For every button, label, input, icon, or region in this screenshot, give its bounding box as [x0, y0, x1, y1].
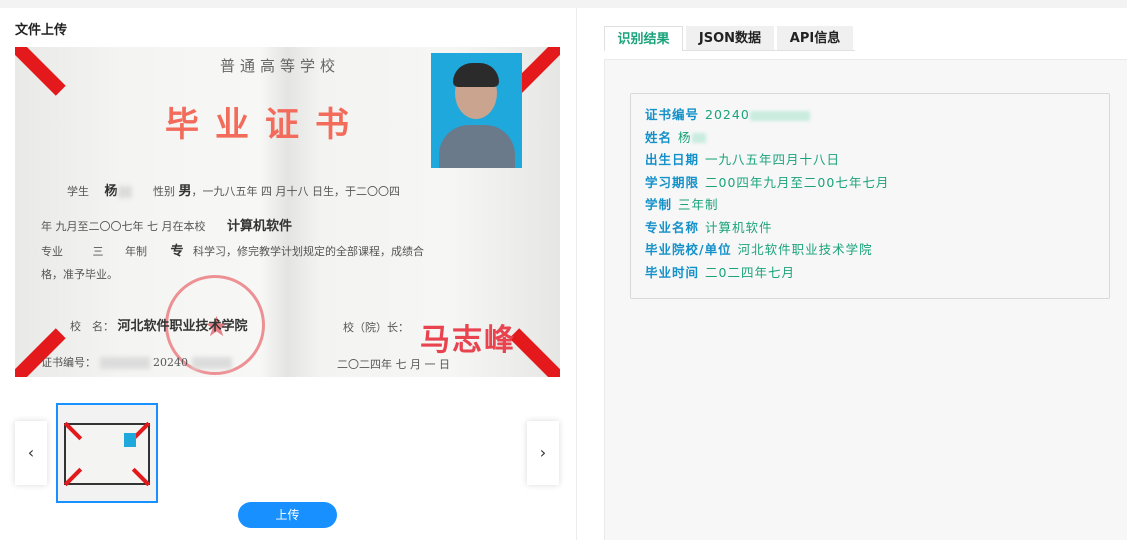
top-bar: [0, 0, 1127, 8]
certificate-line-3: 专业 三 年制 专 科学习，修完教学计划规定的全部课程，成绩合: [41, 244, 425, 259]
result-row: 专业名称 计算机软件: [645, 219, 773, 235]
result-row: 姓名杨: [645, 127, 1095, 150]
principal-signature: 马志峰: [420, 323, 516, 358]
certificate-school-type: 普通高等学校: [220, 57, 341, 75]
student-photo: [431, 53, 522, 168]
certificate-issue-date: 二〇二四年 七 月 一 日: [337, 358, 450, 371]
result-row: 毕业时间 二0二四年七月: [645, 264, 795, 280]
certificate-number-line: 证书编号： 20240: [41, 354, 232, 370]
recognition-result-card: 证书编号 20240 姓名杨 出生日期 一九八五年四月十八日 学习期限 二00四年九月…: [630, 93, 1110, 299]
chevron-left-icon[interactable]: ‹: [15, 421, 47, 485]
upload-panel-title: 文件上传: [15, 23, 68, 38]
result-row: 学习期限 二00四年九月至二00七年七月: [645, 174, 890, 190]
result-row: 学制 三年制: [645, 197, 719, 212]
certificate-line-4: 格，准予毕业。: [41, 268, 118, 281]
certificate-image: 普通高等学校 毕业证书 学生 杨 性别 男，一九八五年 四 月十八 日生，于二〇…: [15, 47, 560, 377]
certificate-school-line: 校 名： 河北软件职业技术学院: [70, 319, 248, 334]
certificate-line-2: 年 九月至二〇〇七年 七 月在本校 计算机软件: [41, 219, 293, 234]
result-row: 证书编号 20240: [645, 104, 1095, 127]
upload-button[interactable]: 上传: [238, 502, 337, 528]
tab-json-data[interactable]: JSON数据: [686, 26, 774, 51]
result-row: 毕业院校/单位 河北软件职业技术学院: [645, 242, 873, 257]
tab-recognition-result[interactable]: 识别结果: [604, 26, 683, 51]
tab-api-info[interactable]: API信息: [777, 26, 853, 51]
certificate-principal-label: 校（院）长：: [343, 321, 409, 334]
certificate-line-1: 学生 杨 性别 男，一九八五年 四 月十八 日生，于二〇〇四: [67, 184, 401, 199]
certificate-title: 毕业证书: [165, 105, 365, 145]
result-row: 出生日期 一九八五年四月十八日: [645, 152, 841, 167]
corner-ribbon: [15, 47, 66, 96]
panel-divider: [576, 8, 577, 540]
chevron-right-icon[interactable]: ›: [527, 421, 559, 485]
image-thumbnail[interactable]: [56, 403, 158, 503]
corner-ribbon: [509, 328, 560, 377]
